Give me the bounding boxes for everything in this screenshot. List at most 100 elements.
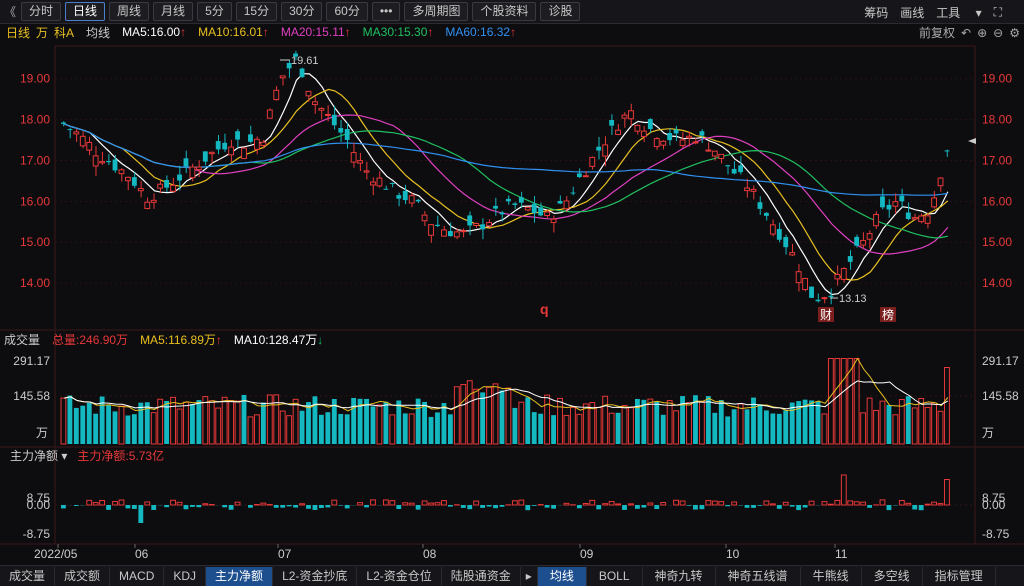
flow-bar[interactable] xyxy=(731,501,738,506)
volume-bar[interactable] xyxy=(686,402,692,445)
candle-body[interactable] xyxy=(815,299,821,302)
period-tab[interactable]: 周线 xyxy=(109,2,150,21)
period-tab[interactable]: 月线 xyxy=(153,2,194,21)
flow-bar[interactable] xyxy=(602,503,609,506)
period-tab[interactable]: 5分 xyxy=(197,2,232,21)
flow-bar[interactable] xyxy=(61,505,66,509)
flow-bar[interactable] xyxy=(576,505,582,509)
volume-bar[interactable] xyxy=(615,412,621,444)
volume-bar[interactable] xyxy=(647,398,654,445)
candle-body[interactable] xyxy=(711,150,718,157)
candle-body[interactable] xyxy=(518,197,524,203)
volume-bar[interactable] xyxy=(112,411,118,444)
period-tab[interactable]: 个股资料 xyxy=(472,2,537,21)
candle-body[interactable] xyxy=(840,267,847,280)
volume-bar[interactable] xyxy=(763,410,769,444)
flow-bar[interactable] xyxy=(776,505,782,509)
candle-body[interactable] xyxy=(686,135,692,139)
flow-bar[interactable] xyxy=(931,501,938,506)
candle-body[interactable] xyxy=(847,256,853,262)
flow-bar[interactable] xyxy=(441,500,447,506)
volume-bar[interactable] xyxy=(460,384,467,445)
flow-bar[interactable] xyxy=(499,505,505,507)
volume-bar[interactable] xyxy=(131,414,137,444)
volume-bar[interactable] xyxy=(170,396,176,445)
volume-bar[interactable] xyxy=(821,413,828,445)
candle-body[interactable] xyxy=(235,131,240,140)
period-tab[interactable]: 15分 xyxy=(235,2,278,21)
candle-body[interactable] xyxy=(589,156,596,167)
candle-body[interactable] xyxy=(473,223,480,226)
indicator-tab[interactable]: 成交额 xyxy=(55,566,111,586)
flow-bar[interactable] xyxy=(782,501,789,506)
volume-bar[interactable] xyxy=(241,394,247,444)
volume-bar[interactable] xyxy=(93,413,99,444)
candle-body[interactable] xyxy=(318,107,325,111)
candle-body[interactable] xyxy=(802,277,809,291)
candle-body[interactable] xyxy=(892,201,899,207)
candle-body[interactable] xyxy=(118,169,125,175)
flow-bar[interactable] xyxy=(544,505,550,508)
flow-bar[interactable] xyxy=(293,505,299,508)
volume-bar[interactable] xyxy=(705,396,711,444)
volume-bar[interactable] xyxy=(582,403,589,445)
flow-bar[interactable] xyxy=(596,505,602,510)
flow-bar[interactable] xyxy=(924,503,931,506)
volume-bar[interactable] xyxy=(551,415,556,444)
volume-bar[interactable] xyxy=(673,410,680,445)
volume-bar[interactable] xyxy=(344,414,350,444)
indicator-tab[interactable]: L2-资金仓位 xyxy=(357,566,442,586)
candle-body[interactable] xyxy=(886,204,892,210)
candle-body[interactable] xyxy=(164,180,170,188)
volume-bar[interactable] xyxy=(306,402,311,444)
candle-body[interactable] xyxy=(634,124,641,132)
candle-body[interactable] xyxy=(435,224,440,227)
flow-bar[interactable] xyxy=(428,502,434,506)
period-tab[interactable]: 60分 xyxy=(326,2,368,21)
volume-bar[interactable] xyxy=(208,400,215,445)
flow-bar[interactable] xyxy=(138,505,144,523)
candle-body[interactable] xyxy=(705,149,712,152)
indicator-tab[interactable]: L2-资金抄底 xyxy=(273,566,358,586)
volume-bar[interactable] xyxy=(473,388,480,445)
flow-bar[interactable] xyxy=(679,500,686,506)
candle-body[interactable] xyxy=(383,188,389,190)
volume-bar[interactable] xyxy=(911,407,918,445)
volume-bar[interactable] xyxy=(512,407,518,444)
candle-body[interactable] xyxy=(447,231,453,237)
candle-body[interactable] xyxy=(137,187,144,192)
candle-body[interactable] xyxy=(828,295,834,298)
volume-bar[interactable] xyxy=(628,407,634,445)
flow-bar[interactable] xyxy=(131,505,137,509)
period-tab[interactable]: 诊股 xyxy=(540,2,581,21)
candle-body[interactable] xyxy=(640,130,647,138)
candle-body[interactable] xyxy=(73,131,80,135)
flow-bar[interactable] xyxy=(511,500,518,506)
flow-bar[interactable] xyxy=(693,505,698,510)
flow-bar[interactable] xyxy=(480,505,486,508)
flow-bar[interactable] xyxy=(248,505,253,508)
flow-bar[interactable] xyxy=(144,501,151,506)
volume-bar[interactable] xyxy=(279,410,286,445)
volume-bar[interactable] xyxy=(453,386,460,445)
candle-body[interactable] xyxy=(783,237,789,248)
flow-title[interactable]: 主力净额 ▾ xyxy=(4,447,67,464)
candle-body[interactable] xyxy=(421,214,428,222)
candle-body[interactable] xyxy=(615,129,621,136)
candle-body[interactable] xyxy=(731,168,737,174)
candle-body[interactable] xyxy=(131,177,137,186)
candle-body[interactable] xyxy=(441,229,447,237)
candle-body[interactable] xyxy=(596,146,602,151)
candle-body[interactable] xyxy=(570,192,576,194)
candle-body[interactable] xyxy=(350,152,357,163)
volume-bar[interactable] xyxy=(266,394,273,445)
candle-body[interactable] xyxy=(944,150,950,152)
candle-body[interactable] xyxy=(428,224,434,236)
volume-bar[interactable] xyxy=(383,401,389,444)
candle-body[interactable] xyxy=(124,176,131,182)
volume-bar[interactable] xyxy=(318,414,324,444)
candle-body[interactable] xyxy=(679,139,686,147)
candle-body[interactable] xyxy=(202,151,208,162)
chips-button[interactable]: 筹码 xyxy=(864,4,888,21)
flow-bar[interactable] xyxy=(725,505,731,507)
